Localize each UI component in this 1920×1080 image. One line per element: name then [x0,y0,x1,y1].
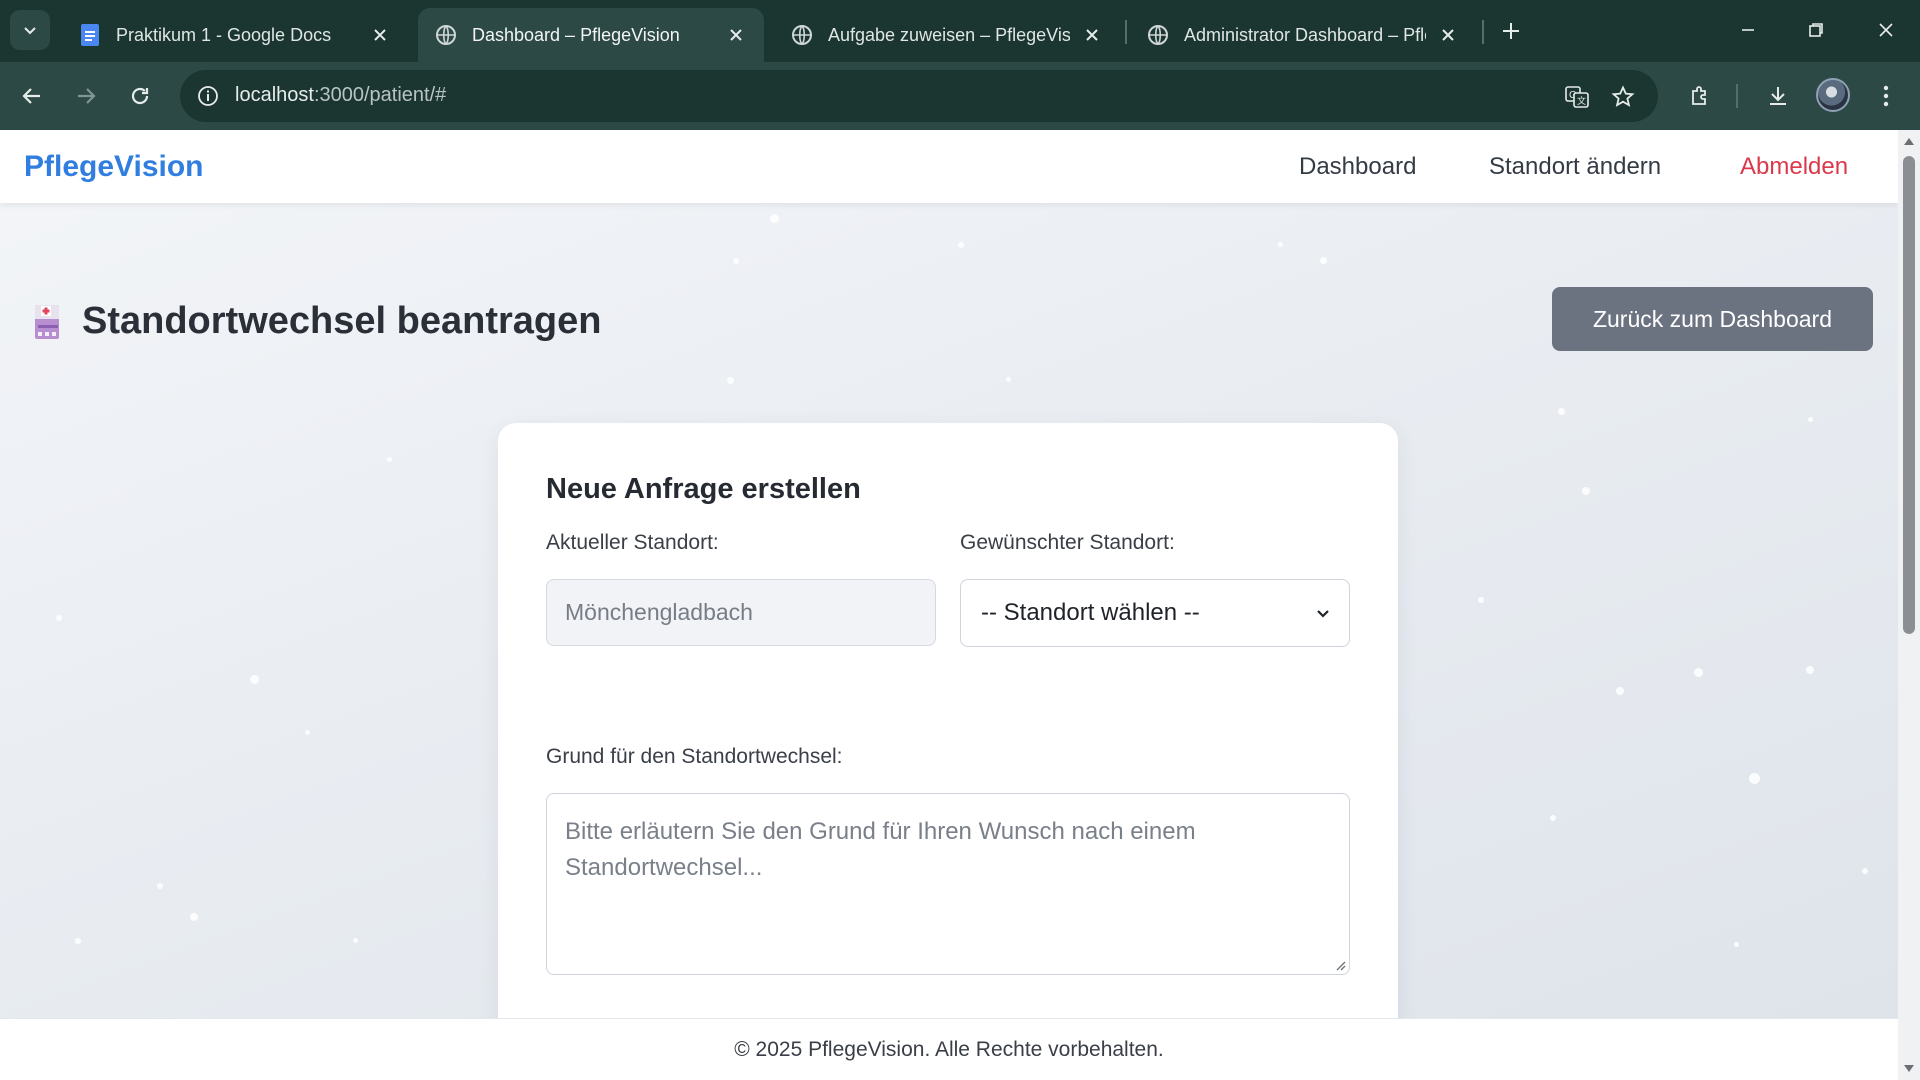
tab-title: Aufgabe zuweisen – PflegeVision [828,24,1070,45]
nav-link-change-location[interactable]: Standort ändern [1489,153,1661,181]
back-button[interactable] [14,78,50,114]
app-navbar: PflegeVision Dashboard Standort ändern A… [0,130,1898,203]
url-host: localhost [235,84,314,106]
hospital-icon [32,303,64,341]
desired-location-select[interactable]: -- Standort wählen -- [960,579,1350,647]
close-icon[interactable] [1080,23,1104,47]
translate-icon[interactable]: G文 [1560,80,1594,114]
extensions-button[interactable] [1682,78,1718,114]
form-heading: Neue Anfrage erstellen [546,473,861,505]
page-heading: Standortwechsel beantragen [32,300,601,343]
tab-search-button[interactable] [10,10,50,50]
google-docs-icon [78,23,102,47]
more-vertical-icon [1883,85,1889,107]
page-title: Standortwechsel beantragen [82,300,602,342]
reason-placeholder-line-1: Bitte erläutern Sie den Grund für Ihren … [565,818,1196,845]
close-icon[interactable] [724,23,748,47]
downloads-button[interactable] [1760,78,1796,114]
download-icon [1770,87,1786,105]
address-bar[interactable]: localhost:3000/patient/# G文 [180,70,1658,122]
close-icon[interactable] [1436,23,1460,47]
restore-icon [1809,23,1823,37]
globe-icon [434,23,458,47]
close-icon[interactable] [368,23,392,47]
browser-toolbar: localhost:3000/patient/# G文 [0,62,1920,130]
copyright-text: © 2025 PflegeVision. Alle Rechte vorbeha… [734,1037,1164,1061]
toolbar-separator [1736,84,1738,108]
tab-separator [1125,20,1127,44]
site-info-icon[interactable] [192,80,224,112]
tab-administrator-dashboard[interactable]: Administrator Dashboard – PflegeVision [1130,8,1476,62]
chevron-down-icon [1317,610,1329,618]
tab-title: Dashboard – PflegeVision [472,24,680,45]
page-viewport: PflegeVision Dashboard Standort ändern A… [0,130,1898,1080]
reason-placeholder-line-2: Standortwechsel... [565,854,763,881]
resize-handle-icon[interactable] [1334,959,1346,971]
minimize-icon [1742,29,1754,31]
tab-dashboard-pflegevision[interactable]: Dashboard – PflegeVision [418,8,764,62]
tab-google-docs[interactable]: Praktikum 1 - Google Docs [62,8,408,62]
minimize-button[interactable] [1726,10,1770,50]
browser-tab-strip: Praktikum 1 - Google Docs Dashboard – Pf… [0,0,1920,62]
reason-label: Grund für den Standortwechsel: [546,745,843,768]
globe-icon [790,23,814,47]
request-form-card: Neue Anfrage erstellen Aktueller Standor… [498,423,1398,1080]
url-text: localhost:3000/patient/# [235,84,446,107]
current-location-field[interactable] [546,579,936,646]
reload-icon [131,87,149,105]
globe-icon [1146,23,1170,47]
scrollbar-thumb[interactable] [1903,156,1915,634]
desired-location-label: Gewünschter Standort: [960,531,1175,554]
brand-logo[interactable]: PflegeVision [24,150,204,184]
tab-title: Praktikum 1 - Google Docs [116,24,332,45]
scroll-down-arrow-icon[interactable] [1903,1062,1915,1076]
arrow-left-icon [22,88,40,104]
page-scrollbar[interactable] [1898,130,1920,1080]
url-path: :3000/patient/# [313,84,447,106]
page-footer: © 2025 PflegeVision. Alle Rechte vorbeha… [0,1018,1898,1080]
back-to-dashboard-button[interactable]: Zurück zum Dashboard [1552,287,1873,351]
reason-textarea[interactable]: Bitte erläutern Sie den Grund für Ihren … [546,793,1350,975]
desired-location-selected: -- Standort wählen -- [981,599,1200,626]
scroll-up-arrow-icon[interactable] [1903,134,1915,148]
restore-button[interactable] [1794,10,1838,50]
nav-link-dashboard[interactable]: Dashboard [1299,153,1416,181]
forward-button[interactable] [68,78,104,114]
tab-aufgabe-zuweisen[interactable]: Aufgabe zuweisen – PflegeVision [774,8,1120,62]
nav-link-logout[interactable]: Abmelden [1740,153,1848,181]
close-window-button[interactable] [1864,10,1908,50]
current-location-label: Aktueller Standort: [546,531,719,554]
close-icon [1879,23,1893,37]
tab-title: Administrator Dashboard – PflegeVision [1184,24,1426,45]
puzzle-icon [1692,86,1706,105]
plus-icon [1503,23,1519,39]
profile-avatar[interactable] [1816,78,1850,112]
svg-text:文: 文 [1577,95,1586,106]
menu-button[interactable] [1868,78,1904,114]
tab-separator [1482,20,1484,44]
chevron-down-icon [24,27,36,35]
arrow-right-icon [78,88,96,104]
reload-button[interactable] [122,78,158,114]
bookmark-star-icon[interactable] [1606,80,1640,114]
new-tab-button[interactable] [1494,14,1528,48]
